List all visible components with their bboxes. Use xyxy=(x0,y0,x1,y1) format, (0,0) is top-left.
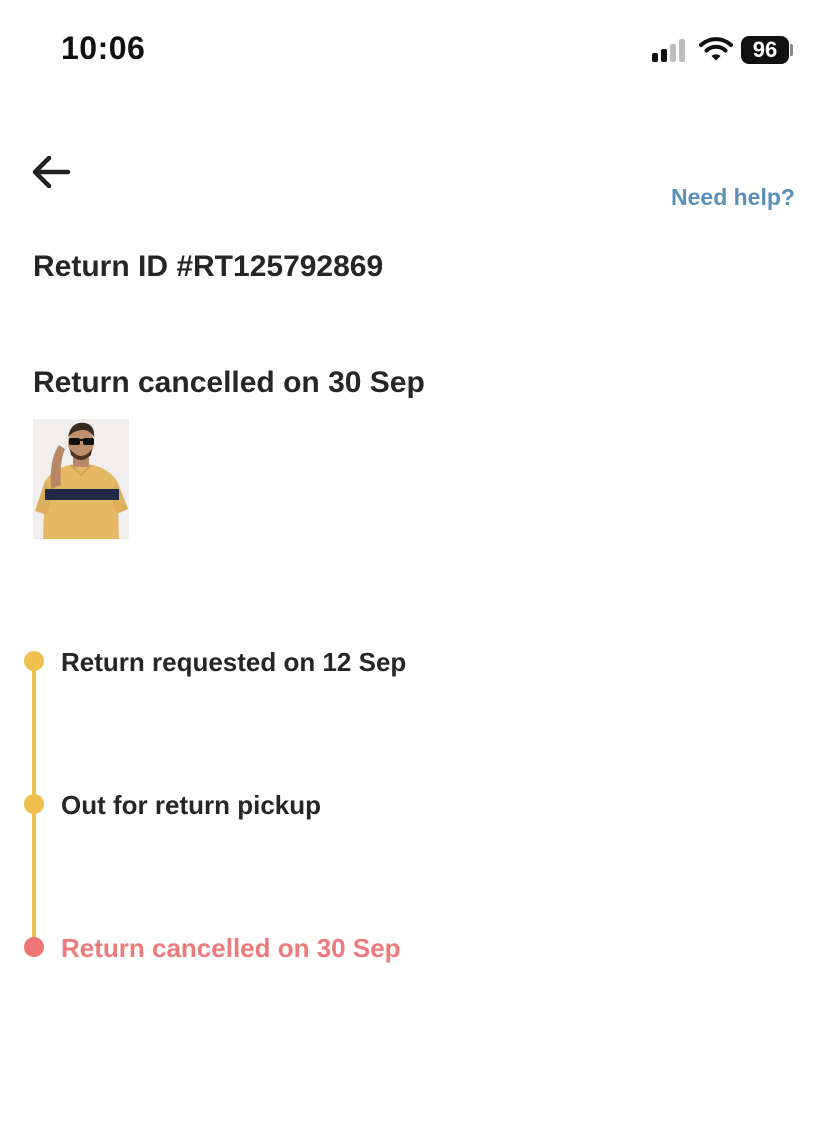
timeline-step-requested: Return requested on 12 Sep xyxy=(61,647,407,677)
timeline-dot-cancelled xyxy=(24,937,44,957)
return-id-heading: Return ID #RT125792869 xyxy=(33,250,384,283)
return-status-title: Return cancelled on 30 Sep xyxy=(33,366,425,399)
timeline-dot-pickup xyxy=(24,794,44,814)
timeline-step-cancelled: Return cancelled on 30 Sep xyxy=(61,933,401,963)
battery-indicator: 96 xyxy=(741,36,789,64)
wifi-icon xyxy=(699,37,733,61)
product-image-illustration xyxy=(33,419,129,539)
cellular-signal-icon xyxy=(652,38,692,62)
timeline-dot-requested xyxy=(24,651,44,671)
timeline-step-pickup: Out for return pickup xyxy=(61,790,321,820)
need-help-link[interactable]: Need help? xyxy=(671,184,795,211)
back-arrow-icon[interactable] xyxy=(30,153,72,191)
status-time: 10:06 xyxy=(61,30,146,66)
battery-cap xyxy=(790,44,793,56)
product-thumbnail[interactable] xyxy=(33,419,129,539)
